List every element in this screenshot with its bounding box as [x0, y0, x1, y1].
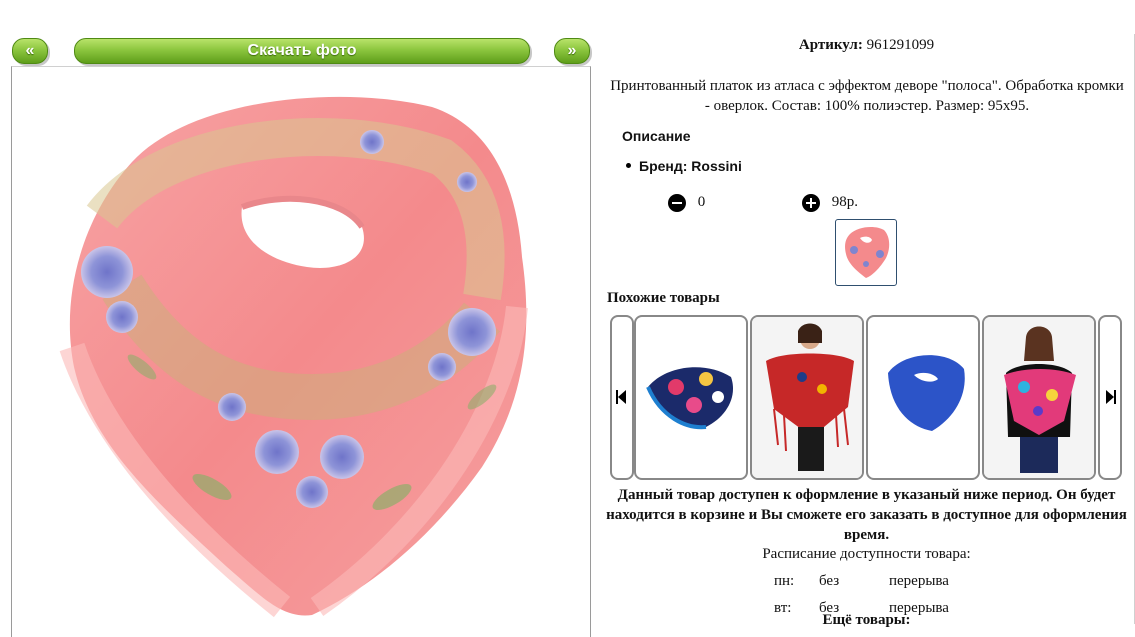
skip-forward-icon	[1106, 390, 1116, 404]
download-photo-button[interactable]: Скачать фото	[74, 38, 530, 64]
prev-photo-button[interactable]: «	[12, 38, 48, 64]
similar-item-image	[888, 355, 965, 431]
description-heading: Описание	[622, 128, 691, 144]
next-photo-button[interactable]: »	[554, 38, 590, 64]
skip-back-icon	[616, 390, 626, 404]
brand-text: Бренд: Rossini	[639, 158, 742, 174]
article-label: Артикул:	[798, 37, 863, 53]
similar-item-3[interactable]	[866, 315, 980, 480]
minus-circle-icon[interactable]	[668, 194, 686, 212]
article-value: 961291099	[866, 37, 935, 53]
quantity-control: 0	[668, 194, 705, 212]
similar-item-2[interactable]	[750, 315, 864, 480]
similar-products-heading: Похожие товары	[607, 290, 720, 306]
carousel-next-button[interactable]	[1098, 315, 1122, 480]
similar-item-image	[646, 367, 734, 430]
product-image-panel	[11, 66, 591, 637]
availability-notice: Данный товар доступен к оформление в ука…	[606, 487, 1127, 543]
price-value: 98р.	[831, 194, 858, 211]
article-line: Артикул: 961291099	[598, 37, 1135, 54]
bullet-icon	[626, 162, 631, 168]
product-thumbnail[interactable]	[835, 219, 897, 286]
similar-item-image	[752, 317, 862, 478]
product-image-scarf	[59, 96, 528, 618]
more-products-heading: Ещё товары:	[822, 612, 911, 628]
similar-item-1[interactable]	[634, 315, 748, 480]
photo-nav-bar: « Скачать фото »	[12, 38, 590, 65]
similar-item-4[interactable]	[982, 315, 1096, 480]
brand-item: Бренд: Rossini	[626, 158, 742, 174]
product-description: Принтованный платок из атласа с эффектом…	[610, 78, 1124, 114]
schedule-from: без	[819, 573, 840, 589]
carousel-prev-button[interactable]	[610, 315, 634, 480]
plus-circle-icon[interactable]	[802, 194, 820, 212]
thumbnail-scarf-image	[845, 226, 890, 278]
quantity-value: 0	[697, 194, 706, 211]
schedule-to: перерыва	[889, 573, 949, 589]
schedule-heading: Расписание доступности товара:	[762, 546, 971, 562]
product-details: Артикул: 961291099 Принтованный платок и…	[598, 0, 1135, 628]
similar-products-carousel	[610, 315, 1123, 480]
price-control: 98р.	[802, 194, 858, 212]
schedule-day: пн:	[774, 573, 795, 589]
similar-item-image	[984, 317, 1094, 478]
